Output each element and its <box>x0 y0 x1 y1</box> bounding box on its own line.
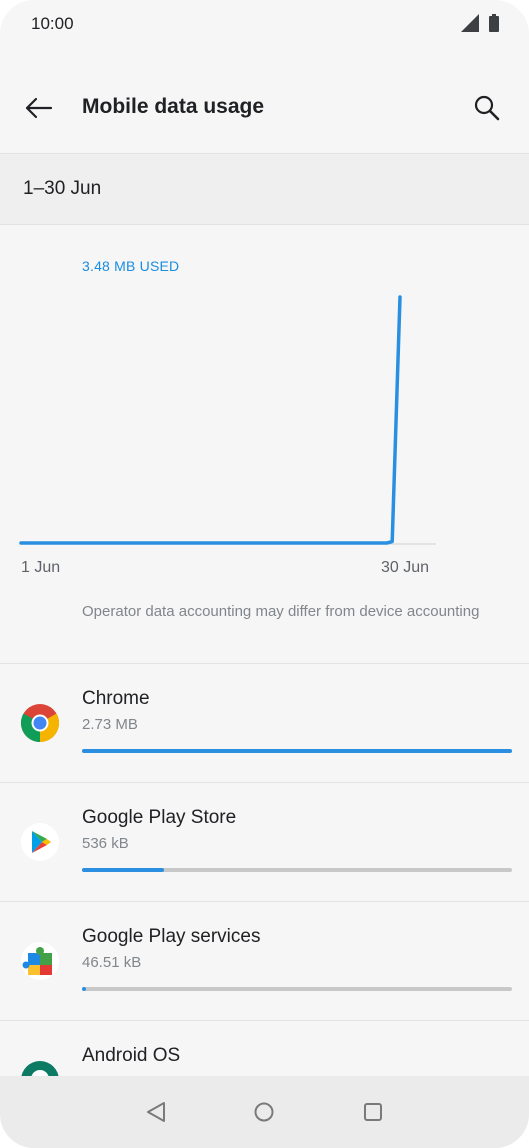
app-name: Google Play Store <box>82 807 237 828</box>
app-name: Google Play services <box>82 926 261 947</box>
app-row-play-services[interactable]: Google Play services 46.51 kB <box>0 902 529 1020</box>
cycle-label: 1–30 Jun <box>23 178 102 199</box>
usage-bar-fill <box>82 987 87 991</box>
usage-bar <box>82 868 512 872</box>
usage-bar <box>82 987 512 991</box>
page-title: Mobile data usage <box>82 95 265 118</box>
back-button[interactable] <box>18 88 58 128</box>
usage-line <box>19 295 402 545</box>
search-button[interactable] <box>467 88 507 128</box>
chrome-icon <box>20 704 60 743</box>
app-name: Android OS <box>82 1045 181 1066</box>
app-size: 536 kB <box>82 835 129 852</box>
app-bar: Mobile data usage <box>0 60 529 152</box>
play-services-icon <box>21 942 59 980</box>
x-start-label: 1 Jun <box>21 559 61 576</box>
arrow-back-icon <box>25 97 53 119</box>
usage-chart <box>19 295 436 545</box>
signal-icon <box>461 14 479 32</box>
app-row-play-store[interactable]: Google Play Store 536 kB <box>0 783 529 901</box>
status-time: 10:00 <box>31 14 74 33</box>
nav-home-icon[interactable] <box>250 1098 278 1126</box>
navigation-bar <box>0 1076 529 1148</box>
accounting-note: Operator data accounting may differ from… <box>82 603 480 620</box>
nav-back-icon[interactable] <box>142 1098 170 1126</box>
nav-recents-icon[interactable] <box>359 1098 387 1126</box>
app-size: 46.51 kB <box>82 954 142 971</box>
app-row-chrome[interactable]: Chrome 2.73 MB <box>0 664 529 782</box>
cycle-selector[interactable]: 1–30 Jun <box>0 153 529 225</box>
app-size: 2.73 MB <box>82 716 138 733</box>
play-store-icon <box>21 823 59 861</box>
status-bar: 10:00 <box>0 0 529 48</box>
usage-bar <box>82 749 512 753</box>
usage-amount: 3.48 MB USED <box>82 258 180 274</box>
usage-bar-fill <box>82 749 512 753</box>
status-icons <box>461 14 499 32</box>
x-end-label: 30 Jun <box>381 559 430 576</box>
phone-screen: 10:00 Mobile data usage 1–30 Jun 3.48 MB… <box>0 0 529 1148</box>
app-name: Chrome <box>82 688 150 709</box>
battery-icon <box>489 14 499 32</box>
usage-bar-fill <box>82 868 164 872</box>
search-icon <box>474 95 500 121</box>
